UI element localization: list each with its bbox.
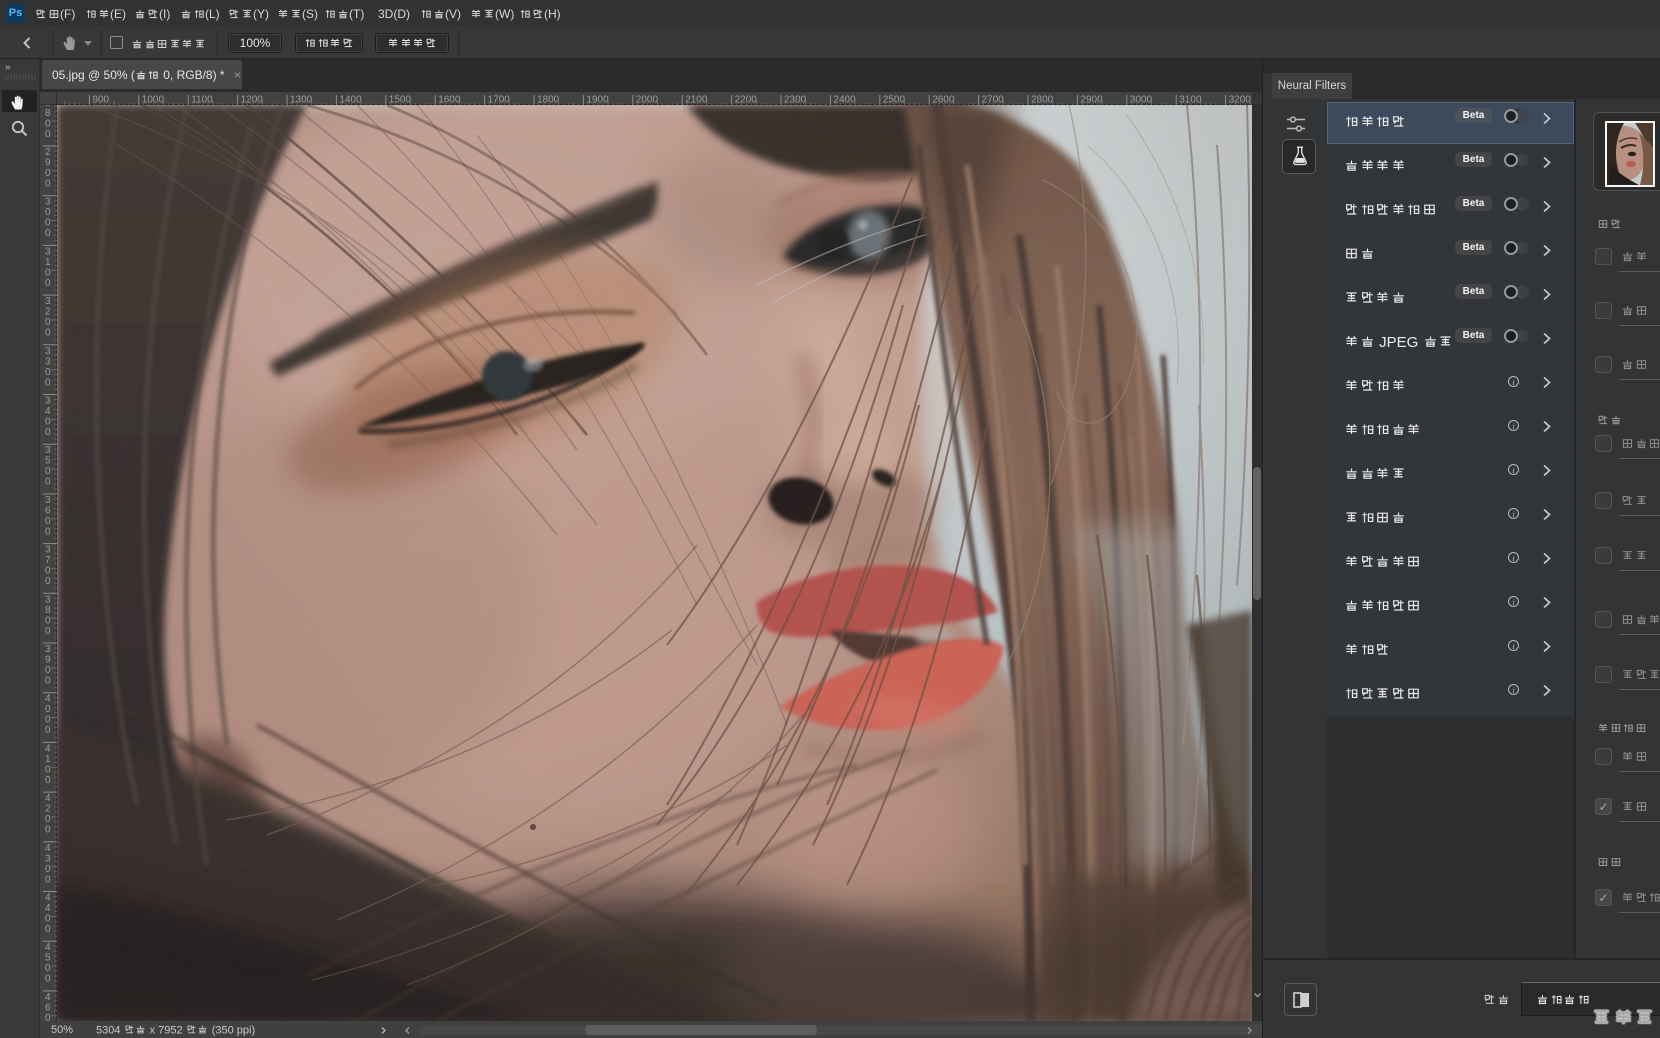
svg-text:9: 9 <box>45 655 51 666</box>
svg-text:0: 0 <box>45 466 51 477</box>
svg-text:0: 0 <box>45 725 51 736</box>
svg-text:4: 4 <box>45 903 51 914</box>
svg-text:7: 7 <box>45 555 51 566</box>
svg-text:0: 0 <box>45 676 51 687</box>
svg-text:5: 5 <box>45 456 51 467</box>
svg-text:4: 4 <box>45 406 51 417</box>
svg-text:4: 4 <box>45 942 51 953</box>
svg-text:3: 3 <box>45 644 51 655</box>
svg-text:6: 6 <box>45 1002 51 1013</box>
svg-text:0: 0 <box>45 218 51 229</box>
svg-text:0: 0 <box>45 278 51 289</box>
svg-text:0: 0 <box>45 317 51 328</box>
svg-text:0: 0 <box>45 914 51 925</box>
svg-text:4: 4 <box>45 694 51 705</box>
svg-text:4: 4 <box>45 743 51 754</box>
svg-text:0: 0 <box>45 974 51 985</box>
svg-text:0: 0 <box>45 566 51 577</box>
svg-text:3: 3 <box>45 396 51 407</box>
svg-text:4: 4 <box>45 893 51 904</box>
svg-text:0: 0 <box>45 417 51 428</box>
svg-text:0: 0 <box>45 228 51 239</box>
svg-text:0: 0 <box>45 377 51 388</box>
svg-text:0: 0 <box>45 825 51 836</box>
svg-text:0: 0 <box>45 963 51 974</box>
svg-text:0: 0 <box>45 367 51 378</box>
svg-text:0: 0 <box>45 267 51 278</box>
svg-text:1: 1 <box>45 754 51 765</box>
svg-text:0: 0 <box>45 924 51 935</box>
svg-text:0: 0 <box>45 665 51 676</box>
svg-text:0: 0 <box>45 864 51 875</box>
svg-text:0: 0 <box>45 207 51 218</box>
svg-text:3: 3 <box>45 445 51 456</box>
svg-text:0: 0 <box>45 179 51 190</box>
svg-text:2: 2 <box>45 147 51 158</box>
svg-text:0: 0 <box>45 328 51 339</box>
svg-text:3: 3 <box>45 545 51 556</box>
svg-text:0: 0 <box>45 814 51 825</box>
svg-text:0: 0 <box>45 168 51 179</box>
svg-text:8: 8 <box>45 605 51 616</box>
svg-text:2: 2 <box>45 307 51 318</box>
svg-text:3: 3 <box>45 346 51 357</box>
svg-text:3: 3 <box>45 853 51 864</box>
svg-text:3: 3 <box>45 246 51 257</box>
svg-text:0: 0 <box>45 626 51 637</box>
svg-text:0: 0 <box>45 427 51 438</box>
svg-text:0: 0 <box>45 775 51 786</box>
svg-text:0: 0 <box>45 874 51 885</box>
svg-text:0: 0 <box>45 715 51 726</box>
svg-text:4: 4 <box>45 843 51 854</box>
svg-text:4: 4 <box>45 793 51 804</box>
svg-text:3: 3 <box>45 356 51 367</box>
svg-text:0: 0 <box>45 477 51 488</box>
svg-text:0: 0 <box>45 764 51 775</box>
svg-text:6: 6 <box>45 505 51 516</box>
svg-text:3: 3 <box>45 197 51 208</box>
svg-text:3: 3 <box>45 296 51 307</box>
svg-text:8: 8 <box>45 108 51 119</box>
svg-text:1: 1 <box>45 257 51 268</box>
svg-text:4: 4 <box>45 992 51 1003</box>
svg-text:0: 0 <box>45 118 51 129</box>
svg-text:1100: 1100 <box>191 95 213 106</box>
svg-text:0: 0 <box>45 129 51 140</box>
svg-text:0: 0 <box>45 576 51 587</box>
svg-text:9: 9 <box>45 158 51 169</box>
svg-text:0: 0 <box>45 615 51 626</box>
svg-text:900: 900 <box>92 95 109 106</box>
svg-text:0: 0 <box>45 1013 51 1021</box>
svg-text:2: 2 <box>45 804 51 815</box>
svg-text:5: 5 <box>45 953 51 964</box>
svg-text:3: 3 <box>45 594 51 605</box>
svg-text:3: 3 <box>45 495 51 506</box>
svg-text:0: 0 <box>45 704 51 715</box>
svg-text:0: 0 <box>45 516 51 527</box>
svg-text:0: 0 <box>45 526 51 537</box>
